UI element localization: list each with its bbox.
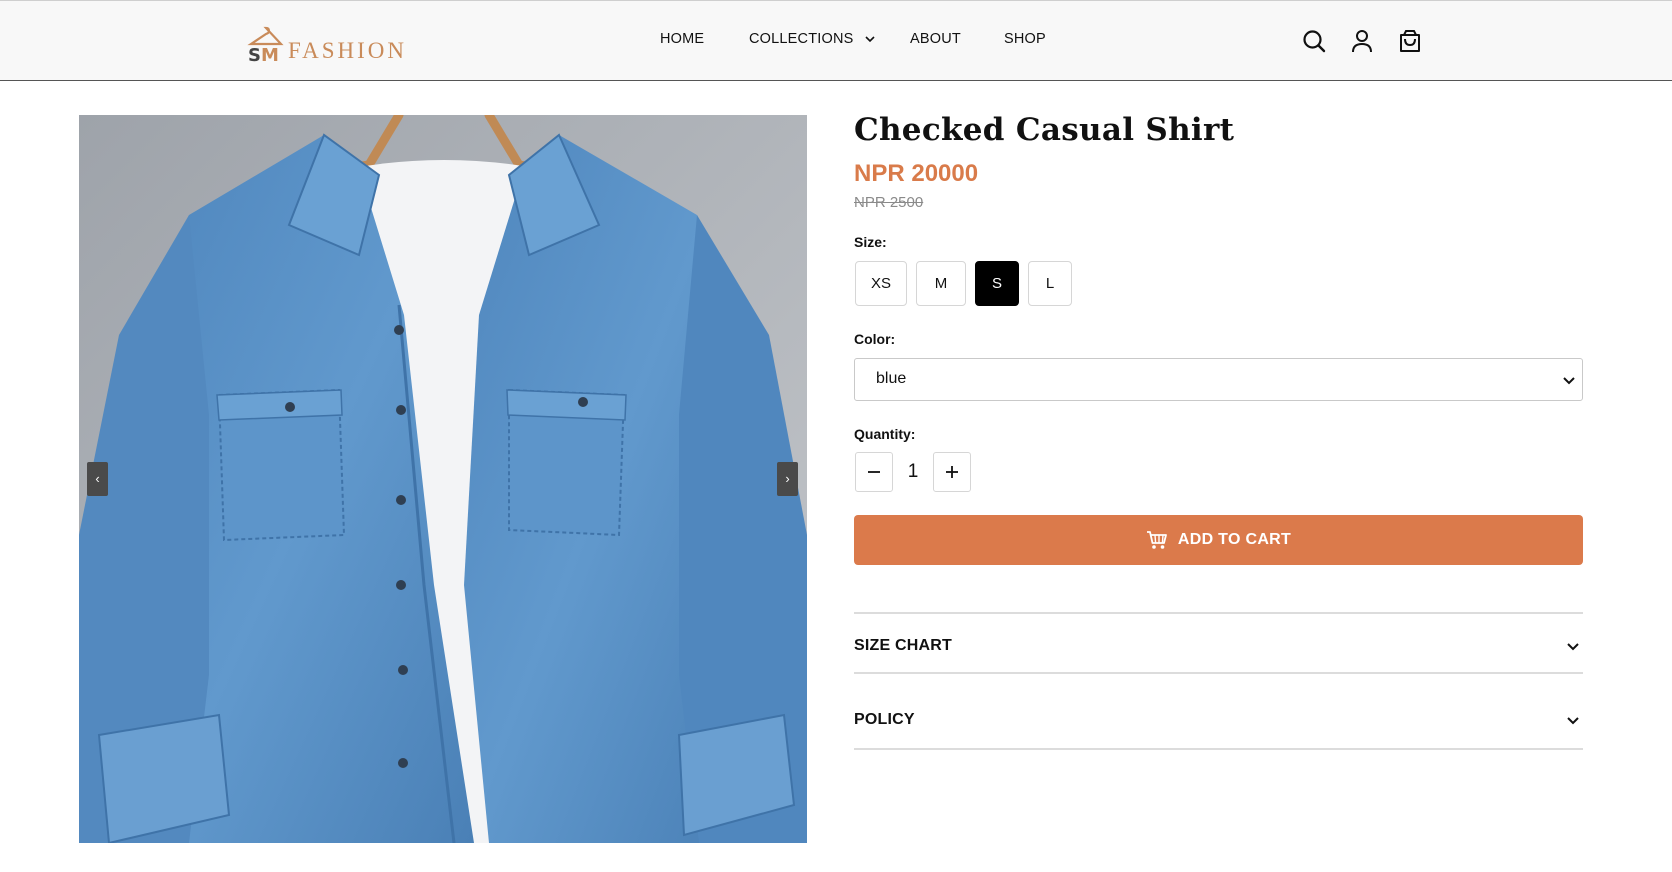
size-option-l[interactable]: L	[1028, 261, 1072, 306]
chevron-down-icon	[1567, 717, 1579, 725]
svg-text:S: S	[248, 45, 261, 63]
size-option-xs[interactable]: XS	[855, 261, 907, 306]
nav-item-about[interactable]: ABOUT	[910, 31, 961, 47]
gallery-next-button[interactable]: ›	[777, 462, 798, 496]
color-label: Color:	[854, 331, 896, 347]
minus-icon	[868, 471, 880, 473]
color-select[interactable]: blue	[854, 358, 1583, 401]
product-title: Checked Casual Shirt	[854, 112, 1235, 148]
nav-item-collections[interactable]: COLLECTIONS	[749, 31, 876, 47]
user-icon[interactable]	[1349, 28, 1375, 54]
logo-mark-icon: S M	[247, 26, 284, 63]
accordion-size-chart-title: SIZE CHART	[854, 637, 952, 654]
size-label: Size:	[854, 234, 887, 250]
accordion-policy[interactable]: POLICY	[854, 672, 1583, 750]
accordion-size-chart[interactable]: SIZE CHART	[854, 612, 1583, 672]
nav-home-label: HOME	[660, 31, 705, 47]
quantity-decrease-button[interactable]	[855, 452, 893, 492]
quantity-increase-button[interactable]	[933, 452, 971, 492]
product-price: NPR 20000	[854, 160, 979, 187]
size-option-s[interactable]: S	[975, 261, 1019, 306]
nav-collections-label: COLLECTIONS	[749, 31, 854, 47]
shopping-bag-icon[interactable]	[1397, 28, 1423, 54]
size-option-m[interactable]: M	[916, 261, 966, 306]
add-to-cart-label: ADD TO CART	[1177, 531, 1292, 548]
quantity-label: Quantity:	[854, 426, 916, 442]
color-select-value: blue	[876, 370, 907, 387]
product-image	[79, 115, 807, 843]
plus-icon	[946, 466, 958, 478]
add-to-cart-button[interactable]: ADD TO CART	[854, 515, 1583, 565]
product-gallery[interactable]: ‹ ›	[79, 115, 807, 843]
chevron-down-icon	[1563, 377, 1575, 385]
cart-icon	[1146, 531, 1167, 549]
svg-text:M: M	[261, 45, 279, 63]
search-icon[interactable]	[1301, 28, 1327, 54]
brand-name: FASHION	[288, 38, 407, 63]
product-old-price: NPR 2500	[854, 194, 924, 211]
site-header: S M FASHION HOME COLLECTIONS ABOUT SHOP	[0, 0, 1672, 81]
nav-item-home[interactable]: HOME	[660, 31, 704, 47]
brand-logo[interactable]: S M FASHION	[246, 21, 407, 63]
nav-shop-label: SHOP	[1004, 31, 1046, 47]
chevron-down-icon	[1567, 643, 1579, 651]
accordion-policy-title: POLICY	[854, 711, 915, 728]
nav-item-shop[interactable]: SHOP	[1004, 31, 1046, 47]
chevron-down-icon	[864, 36, 875, 43]
nav-about-label: ABOUT	[910, 31, 961, 47]
gallery-prev-button[interactable]: ‹	[87, 462, 108, 496]
quantity-value[interactable]: 1	[893, 461, 933, 483]
